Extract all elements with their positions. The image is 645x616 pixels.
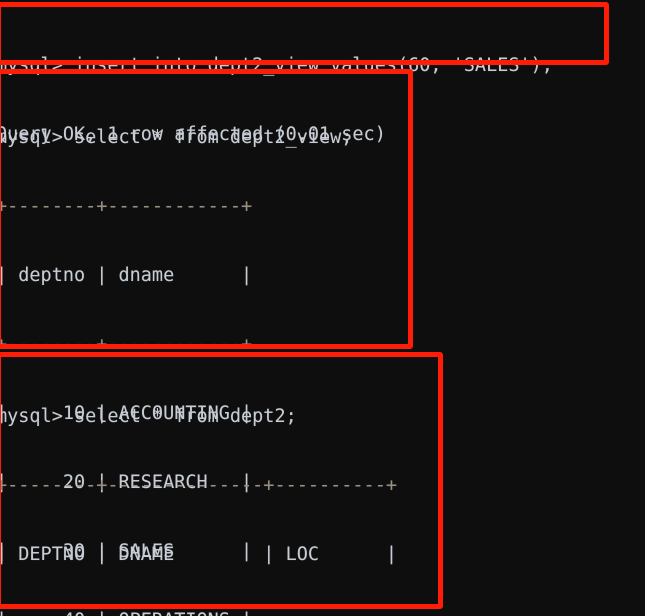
select-table-command: mysql> select * from dept2; — [0, 406, 297, 427]
view-sep-mid: +--------+------------+ — [0, 334, 253, 355]
table-sep-mid: +--------+--------------+----------+ — [0, 612, 397, 616]
select-view-command: mysql> select * from dept2_view; — [0, 127, 353, 148]
view-header-row: | deptno | dname | — [0, 265, 253, 286]
table-header-row: | DEPTNO | DNAME | LOC | — [0, 544, 397, 565]
select-table-block: mysql> select * from dept2; +--------+--… — [0, 359, 397, 616]
view-sep-top: +--------+------------+ — [0, 196, 253, 217]
table-sep-top: +--------+--------------+----------+ — [0, 475, 397, 496]
terminal-screen: mysql> insert into dept2_view values(60,… — [0, 0, 645, 616]
insert-command: mysql> insert into dept2_view values(60,… — [0, 55, 553, 76]
